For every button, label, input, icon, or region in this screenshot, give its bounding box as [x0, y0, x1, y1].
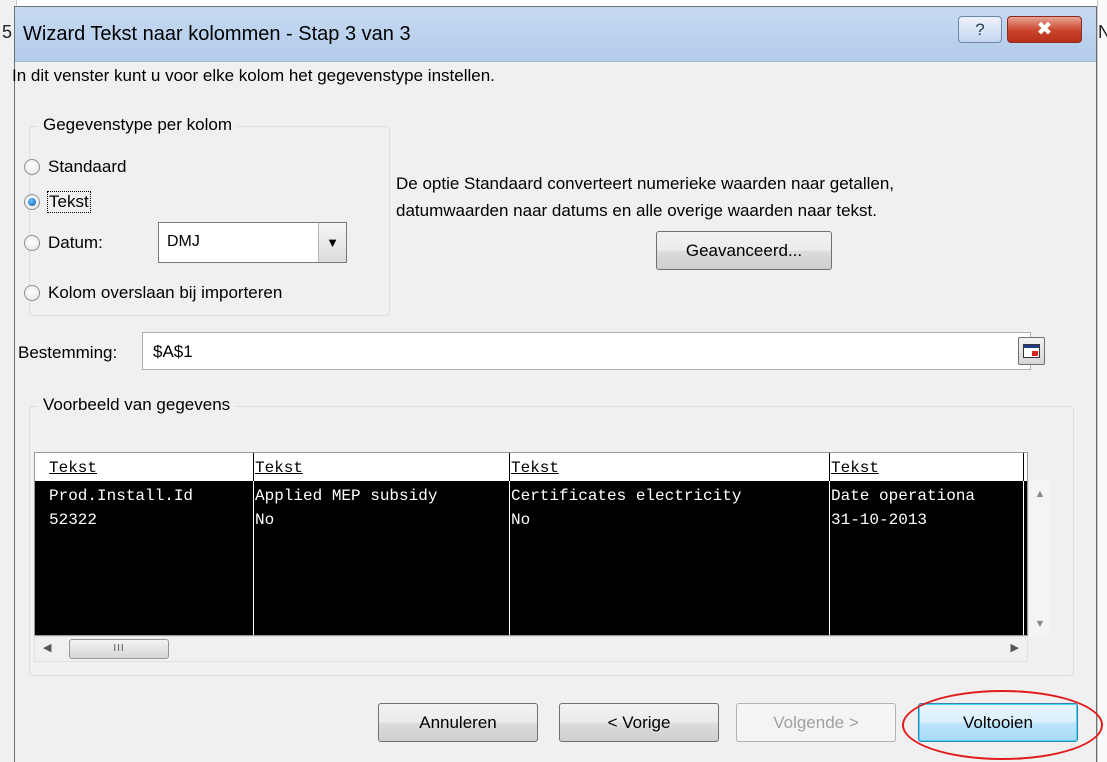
- preview-header-cell[interactable]: Tekst: [255, 459, 303, 477]
- advanced-button[interactable]: Geavanceerd...: [656, 231, 832, 270]
- preview-body[interactable]: Prod.Install.Id Applied MEP subsidy Cert…: [35, 481, 1027, 635]
- preview-group-legend: Voorbeeld van gegevens: [38, 395, 236, 415]
- title-bar[interactable]: Wizard Tekst naar kolommen - Stap 3 van …: [15, 7, 1096, 62]
- preview-horizontal-scrollbar[interactable]: ◀ III ▶: [34, 636, 1028, 662]
- scroll-left-icon[interactable]: ◀: [43, 641, 51, 654]
- column-divider: [1023, 481, 1024, 635]
- cancel-button[interactable]: Annuleren: [378, 703, 538, 742]
- preview-cell: Prod.Install.Id: [49, 487, 194, 505]
- preview-header-cell[interactable]: Tekst: [49, 459, 97, 477]
- radio-label-kolom-overslaan: Kolom overslaan bij importeren: [48, 283, 283, 302]
- collapse-dialog-button[interactable]: [1018, 337, 1045, 365]
- datatype-group-legend: Gegevenstype per kolom: [38, 115, 237, 135]
- background-cell-text-left: 5: [2, 22, 13, 42]
- radio-kolom-overslaan[interactable]: Kolom overslaan bij importeren: [24, 283, 282, 303]
- close-button[interactable]: ✖: [1007, 16, 1082, 43]
- scroll-right-icon[interactable]: ▶: [1011, 641, 1019, 654]
- radio-datum[interactable]: Datum:: [24, 233, 103, 253]
- intro-text: In dit venster kunt u voor elke kolom he…: [12, 66, 495, 85]
- column-divider: [253, 481, 254, 635]
- dialog-title: Wizard Tekst naar kolommen - Stap 3 van …: [23, 23, 411, 45]
- scroll-down-icon[interactable]: ▼: [1029, 618, 1051, 630]
- preview-header-cell[interactable]: Tekst: [511, 459, 559, 477]
- info-line-2: datumwaarden naar datums en alle overige…: [396, 201, 878, 220]
- radio-label-datum: Datum:: [48, 233, 103, 252]
- info-text: De optie Standaard converteert numerieke…: [396, 170, 894, 224]
- radio-button-selected[interactable]: [24, 194, 40, 210]
- destination-label: Bestemming:: [18, 343, 118, 362]
- range-select-icon: [1023, 344, 1040, 358]
- radio-standaard[interactable]: Standaard: [24, 157, 126, 177]
- preview-header-cell[interactable]: Tekst: [831, 459, 879, 477]
- help-button[interactable]: ?: [958, 16, 1002, 43]
- column-separator: [253, 453, 254, 481]
- preview-cell: 52322: [49, 511, 98, 529]
- date-format-value: DMJ: [167, 233, 200, 250]
- highlight-circle: [902, 690, 1103, 760]
- info-line-1: De optie Standaard converteert numerieke…: [396, 174, 895, 193]
- preview-cell: Certificates electricity: [511, 487, 742, 505]
- previous-button[interactable]: < Vorige: [559, 703, 719, 742]
- chevron-down-icon[interactable]: ▼: [318, 223, 346, 262]
- column-separator: [1023, 453, 1024, 481]
- scroll-thumb[interactable]: III: [69, 639, 169, 659]
- column-separator: [509, 453, 510, 481]
- preview-vertical-scrollbar[interactable]: ▲ ▼: [1028, 480, 1050, 636]
- preview-cell: No: [255, 511, 275, 529]
- spreadsheet-right-edge: [1097, 0, 1107, 762]
- next-button[interactable]: Volgende >: [736, 703, 896, 742]
- radio-button[interactable]: [24, 285, 40, 301]
- column-divider: [829, 481, 830, 635]
- preview-cell: 31-10-2013: [831, 511, 928, 529]
- destination-input[interactable]: $A$1: [142, 332, 1031, 370]
- radio-button[interactable]: [24, 159, 40, 175]
- radio-label-tekst: Tekst: [47, 191, 91, 213]
- data-preview[interactable]: Tekst Tekst Tekst Tekst Prod.Install.Id …: [34, 452, 1028, 636]
- column-separator: [829, 453, 830, 481]
- column-divider: [509, 481, 510, 635]
- preview-header-row: Tekst Tekst Tekst Tekst: [35, 453, 1027, 482]
- background-cell-text-right: N: [1098, 22, 1107, 42]
- radio-tekst[interactable]: Tekst: [24, 191, 91, 213]
- preview-cell: Date operationa: [831, 487, 976, 505]
- scroll-up-icon[interactable]: ▲: [1029, 488, 1051, 500]
- date-format-select[interactable]: DMJ ▼: [158, 222, 347, 263]
- destination-value: $A$1: [153, 342, 193, 361]
- preview-cell: No: [511, 511, 531, 529]
- preview-cell: Applied MEP subsidy: [255, 487, 438, 505]
- radio-label-standaard: Standaard: [48, 157, 127, 176]
- radio-button[interactable]: [24, 235, 40, 251]
